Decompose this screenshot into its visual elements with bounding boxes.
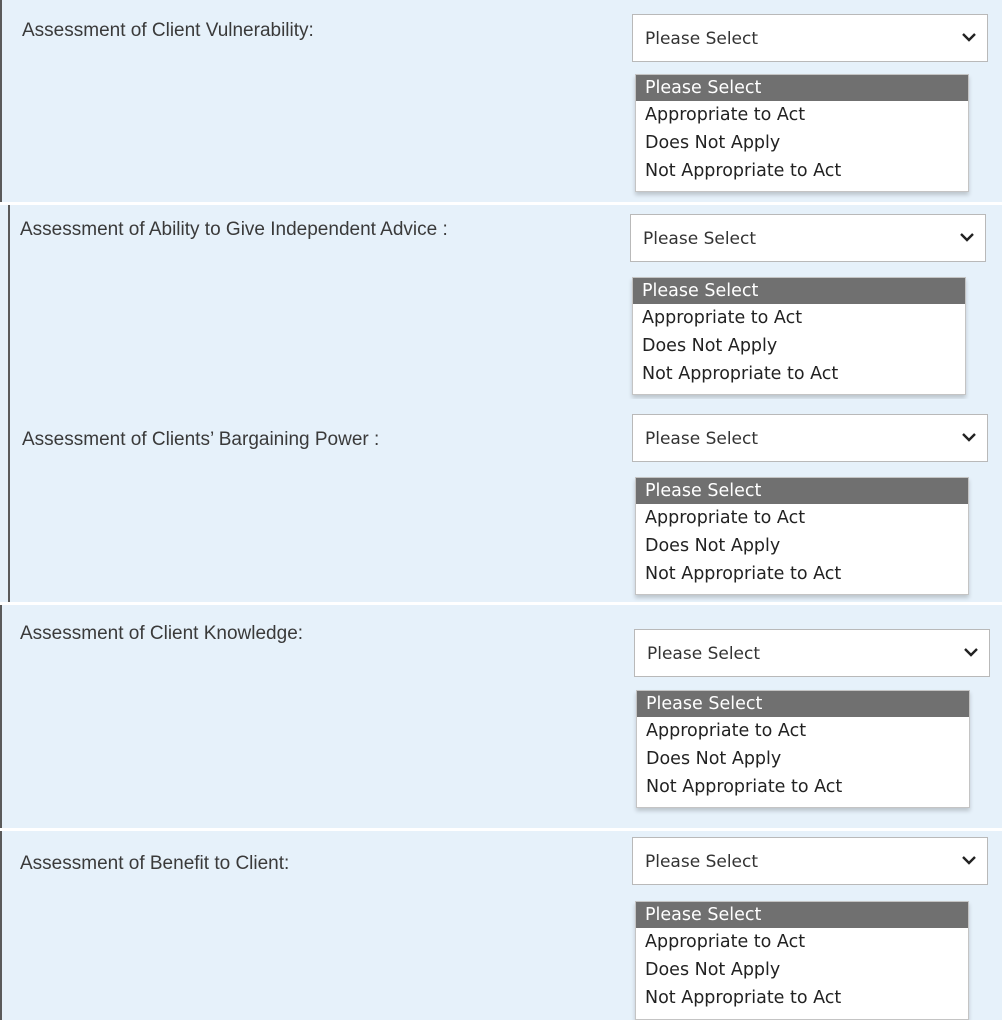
chevron-down-icon [962,433,976,442]
option-does-not-apply[interactable]: Does Not Apply [636,532,968,560]
option-appropriate-to-act[interactable]: Appropriate to Act [633,304,965,332]
client-knowledge-options-list[interactable]: Please Select Appropriate to Act Does No… [636,690,970,808]
option-please-select[interactable]: Please Select [636,478,968,504]
option-not-appropriate-to-act[interactable]: Not Appropriate to Act [636,157,968,185]
bargaining-power-options-list[interactable]: Please Select Appropriate to Act Does No… [635,477,969,595]
question-label: Assessment of Benefit to Client: [20,853,290,874]
option-please-select[interactable]: Please Select [633,278,965,304]
select-current-value: Please Select [645,429,759,449]
option-appropriate-to-act[interactable]: Appropriate to Act [636,101,968,129]
question-label: Assessment of Client Vulnerability: [22,20,314,41]
select-current-value: Please Select [647,644,761,664]
question-label: Assessment of Clients’ Bargaining Power … [22,429,380,450]
option-does-not-apply[interactable]: Does Not Apply [636,129,968,157]
select-current-value: Please Select [645,29,759,49]
question-label: Assessment of Ability to Give Independen… [20,219,448,240]
chevron-down-icon [962,33,976,42]
select-current-value: Please Select [645,852,759,872]
option-does-not-apply[interactable]: Does Not Apply [633,332,965,360]
chevron-down-icon [962,856,976,865]
independent-advice-options-list[interactable]: Please Select Appropriate to Act Does No… [632,277,966,395]
client-vulnerability-select[interactable]: Please Select [632,14,988,62]
assessment-section-benefit-to-client: Assessment of Benefit to Client: Please … [0,831,1002,1020]
option-appropriate-to-act[interactable]: Appropriate to Act [636,504,968,532]
assessment-section-independent-advice: Assessment of Ability to Give Independen… [8,205,1002,399]
option-not-appropriate-to-act[interactable]: Not Appropriate to Act [637,773,969,801]
chevron-down-icon [960,233,974,242]
option-does-not-apply[interactable]: Does Not Apply [637,745,969,773]
option-appropriate-to-act[interactable]: Appropriate to Act [636,928,968,956]
option-please-select[interactable]: Please Select [636,75,968,101]
option-not-appropriate-to-act[interactable]: Not Appropriate to Act [636,984,968,1012]
option-please-select[interactable]: Please Select [636,902,968,928]
option-not-appropriate-to-act[interactable]: Not Appropriate to Act [633,360,965,388]
question-label: Assessment of Client Knowledge: [20,623,304,644]
assessment-section-bargaining-power: Assessment of Clients’ Bargaining Power … [8,399,1002,602]
client-vulnerability-options-list[interactable]: Please Select Appropriate to Act Does No… [635,74,969,192]
independent-advice-select[interactable]: Please Select [630,214,986,262]
select-current-value: Please Select [643,229,757,249]
option-does-not-apply[interactable]: Does Not Apply [636,956,968,984]
benefit-to-client-options-list[interactable]: Please Select Appropriate to Act Does No… [635,901,969,1020]
option-appropriate-to-act[interactable]: Appropriate to Act [637,717,969,745]
client-knowledge-select[interactable]: Please Select [634,629,990,677]
option-not-appropriate-to-act[interactable]: Not Appropriate to Act [636,560,968,588]
option-please-select[interactable]: Please Select [637,691,969,717]
chevron-down-icon [964,648,978,657]
bargaining-power-select[interactable]: Please Select [632,414,988,462]
benefit-to-client-select[interactable]: Please Select [632,837,988,885]
assessment-section-client-knowledge: Assessment of Client Knowledge: Please S… [0,605,1002,828]
assessment-section-client-vulnerability: Assessment of Client Vulnerability: Plea… [0,0,1002,202]
